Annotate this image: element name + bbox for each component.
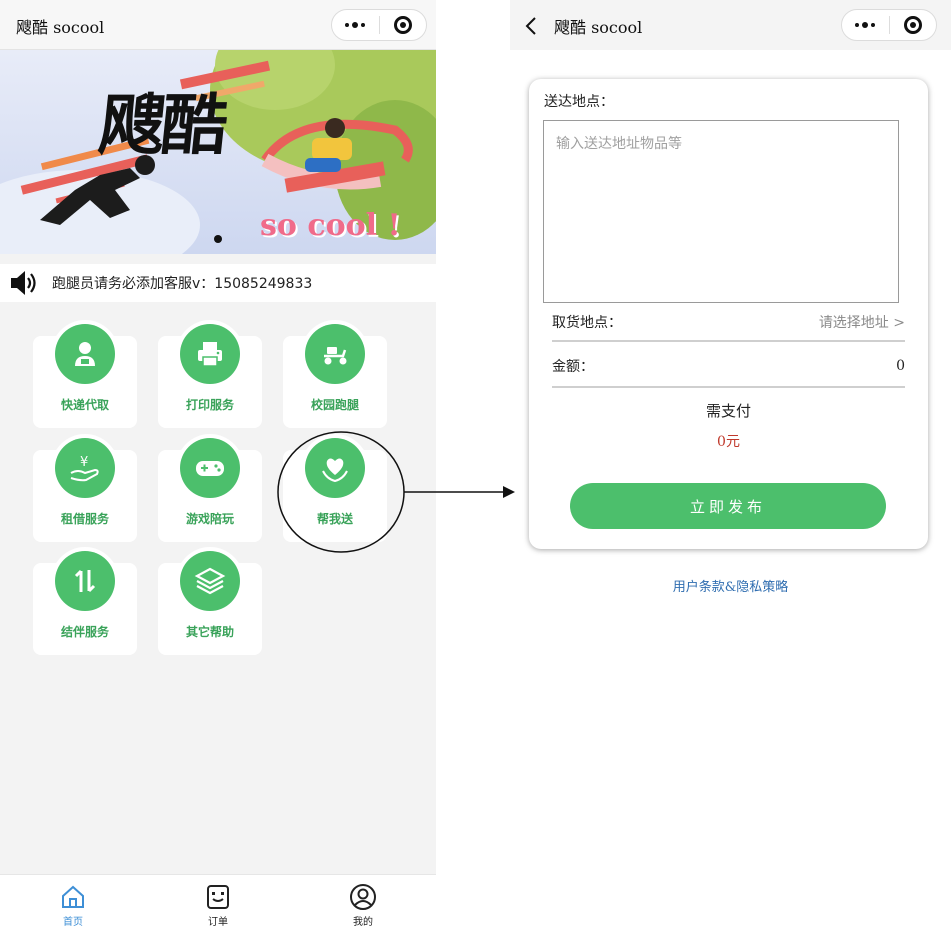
service-rental[interactable]: ¥ 租借服务	[33, 438, 137, 542]
heart-hand-icon	[305, 438, 365, 498]
yuan-hand-icon: ¥	[55, 438, 115, 498]
service-label: 校园跑腿	[310, 398, 359, 412]
amount-value[interactable]: 0	[896, 358, 905, 374]
notice-bar: 跑腿员请务必添加客服v：15085249833	[0, 264, 436, 302]
home-screen: 飕酷 socool 飕酷 so cool ! 跑腿员请务必添加客服v：15085…	[0, 0, 436, 939]
back-arrow-icon[interactable]	[524, 16, 538, 36]
service-other-help[interactable]: 其它帮助	[158, 551, 262, 655]
service-label: 游戏陪玩	[185, 512, 234, 526]
layers-icon	[180, 551, 240, 611]
service-label: 租借服务	[60, 512, 109, 526]
banner-carousel[interactable]: 飕酷 so cool !	[0, 50, 436, 254]
more-menu-button[interactable]	[842, 10, 889, 40]
carousel-indicator-dot[interactable]	[214, 235, 222, 243]
nav-bar: 飕酷 socool	[510, 0, 951, 50]
service-express-pickup[interactable]: 快递代取	[33, 324, 137, 428]
tab-bar: 首页 订单 我的	[0, 874, 436, 939]
pay-label: 需支付	[705, 402, 751, 420]
pickup-label: 取货地点：	[552, 315, 622, 331]
service-help-me-deliver[interactable]: 帮我送	[283, 438, 387, 542]
pay-amount: 0元	[717, 434, 740, 450]
scooter-icon	[305, 324, 365, 384]
service-label: 帮我送	[316, 512, 353, 526]
courier-person-icon	[55, 324, 115, 384]
svg-text:¥: ¥	[80, 455, 88, 470]
deliver-form-screen: 飕酷 socool 送达地点： 取货地点： 请选择地址 > 金额： 0	[510, 0, 951, 939]
service-game-companion[interactable]: 游戏陪玩	[158, 438, 262, 542]
amount-label: 金额：	[552, 359, 594, 375]
service-campus-errand[interactable]: 校园跑腿	[283, 324, 387, 428]
pickup-select[interactable]: 请选择地址 >	[819, 312, 905, 332]
amount-row: 金额： 0	[552, 344, 905, 388]
more-dots-icon	[345, 22, 366, 28]
service-label: 快递代取	[60, 398, 109, 412]
notice-text: 跑腿员请务必添加客服v：15085249833	[52, 276, 313, 292]
tab-label: 首页	[63, 917, 83, 928]
service-print[interactable]: 打印服务	[158, 324, 262, 428]
more-dots-icon	[855, 22, 876, 28]
printer-icon	[180, 324, 240, 384]
order-icon	[204, 883, 232, 911]
tab-home[interactable]: 首页	[38, 875, 108, 939]
close-mini-program-button[interactable]	[890, 10, 937, 40]
tab-label: 订单	[208, 917, 228, 928]
profile-icon	[349, 883, 377, 911]
target-icon	[393, 16, 412, 34]
app-title: 飕酷 socool	[16, 18, 105, 37]
tab-label: 我的	[353, 917, 373, 928]
service-label: 打印服务	[185, 398, 234, 412]
terms-privacy-link[interactable]: 用户条款&隐私策略	[510, 576, 951, 595]
address-textarea[interactable]	[543, 120, 899, 303]
delivery-form-card: 送达地点： 取货地点： 请选择地址 > 金额： 0 需支付 0元 立即发布	[529, 79, 928, 549]
pickup-row[interactable]: 取货地点： 请选择地址 >	[552, 300, 905, 342]
mini-program-capsule	[841, 9, 937, 41]
service-companion[interactable]: 结伴服务	[33, 551, 137, 655]
publish-button[interactable]: 立即发布	[570, 483, 886, 529]
home-icon	[59, 883, 87, 911]
speaker-icon	[11, 271, 36, 295]
close-mini-program-button[interactable]	[380, 10, 427, 40]
up-down-arrows-icon	[55, 551, 115, 611]
tab-profile[interactable]: 我的	[328, 875, 398, 939]
gamepad-icon	[180, 438, 240, 498]
mini-program-capsule	[331, 9, 427, 41]
service-label: 结伴服务	[60, 625, 109, 639]
target-icon	[903, 16, 922, 34]
service-label: 其它帮助	[185, 625, 234, 639]
banner-tagline: so cool !	[260, 208, 401, 243]
app-title: 飕酷 socool	[554, 18, 643, 37]
nav-bar: 飕酷 socool	[0, 0, 436, 50]
address-label: 送达地点：	[544, 94, 614, 110]
tab-orders[interactable]: 订单	[183, 875, 253, 939]
banner-headline: 飕酷	[95, 86, 228, 164]
more-menu-button[interactable]	[332, 10, 379, 40]
